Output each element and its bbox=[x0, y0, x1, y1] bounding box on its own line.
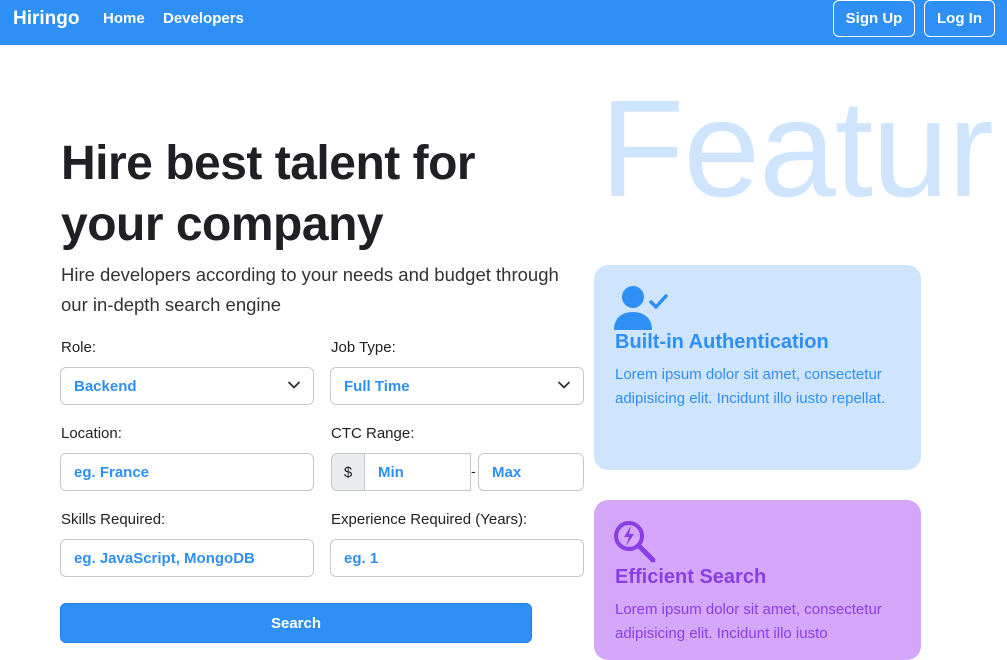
nav-link-developers[interactable]: Developers bbox=[163, 10, 244, 27]
job-type-select[interactable]: Full Time bbox=[330, 367, 584, 405]
feature-description: Lorem ipsum dolor sit amet, consectetur … bbox=[615, 601, 882, 642]
features-background-heading: Featur bbox=[600, 72, 994, 226]
role-label: Role: bbox=[61, 339, 97, 356]
navbar: Hiringo Home Developers Sign Up Log In bbox=[0, 0, 1007, 45]
brand-logo[interactable]: Hiringo bbox=[13, 8, 80, 30]
user-check-icon bbox=[614, 286, 668, 330]
job-type-label: Job Type: bbox=[331, 339, 396, 356]
skills-label: Skills Required: bbox=[61, 511, 166, 528]
feature-description: Lorem ipsum dolor sit amet, consectetur … bbox=[615, 366, 886, 407]
location-field[interactable] bbox=[60, 453, 314, 491]
feature-card-search: Efficient Search Lorem ipsum dolor sit a… bbox=[594, 500, 921, 660]
signup-button[interactable]: Sign Up bbox=[833, 0, 915, 37]
job-type-select-value: Full Time bbox=[344, 377, 410, 395]
location-label: Location: bbox=[61, 425, 122, 442]
search-button[interactable]: Search bbox=[60, 603, 532, 643]
experience-input[interactable] bbox=[344, 549, 583, 567]
location-input[interactable] bbox=[74, 463, 313, 481]
hero-title: Hire best talent for your company bbox=[61, 137, 476, 251]
ctc-max-field[interactable] bbox=[478, 453, 584, 491]
role-select[interactable]: Backend bbox=[60, 367, 314, 405]
search-bolt-icon bbox=[614, 521, 656, 563]
ctc-min-field[interactable] bbox=[364, 453, 471, 491]
ctc-min-input[interactable] bbox=[378, 463, 470, 481]
ctc-range-separator: - bbox=[471, 463, 476, 479]
login-button[interactable]: Log In bbox=[924, 0, 995, 37]
chevron-down-icon bbox=[558, 381, 570, 389]
skills-input[interactable] bbox=[74, 549, 313, 567]
role-select-value: Backend bbox=[74, 377, 137, 395]
nav-link-home[interactable]: Home bbox=[103, 10, 145, 27]
feature-title: Built-in Authentication bbox=[615, 331, 829, 353]
currency-prefix: $ bbox=[331, 453, 365, 491]
hero-subtitle: Hire developers according to your needs … bbox=[61, 264, 559, 315]
feature-title: Efficient Search bbox=[615, 566, 767, 588]
skills-field[interactable] bbox=[60, 539, 314, 577]
experience-field[interactable] bbox=[330, 539, 584, 577]
feature-card-authentication: Built-in Authentication Lorem ipsum dolo… bbox=[594, 265, 921, 470]
ctc-max-input[interactable] bbox=[492, 463, 583, 481]
experience-label: Experience Required (Years): bbox=[331, 511, 528, 528]
ctc-range-label: CTC Range: bbox=[331, 425, 415, 442]
chevron-down-icon bbox=[288, 381, 300, 389]
